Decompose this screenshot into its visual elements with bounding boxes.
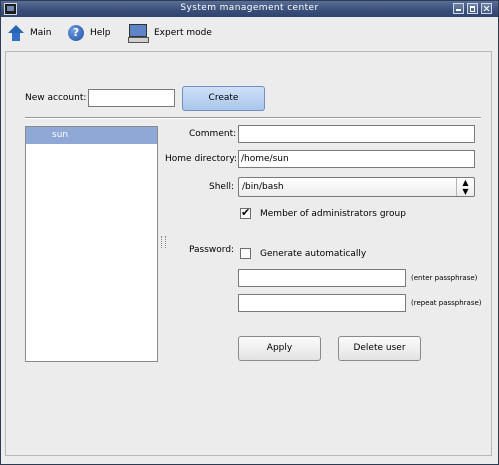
help-icon: ? <box>68 25 84 41</box>
arrow-up-icon <box>8 25 24 41</box>
shell-label: Shell: <box>209 182 234 192</box>
close-button[interactable] <box>481 3 492 14</box>
password-field[interactable] <box>238 269 406 287</box>
computer-icon <box>128 24 149 43</box>
main-button[interactable]: Main <box>8 23 52 43</box>
delete-user-button[interactable]: Delete user <box>338 336 421 361</box>
user-list[interactable]: sun <box>25 126 158 362</box>
generate-label: Generate automatically <box>260 249 367 259</box>
shell-select[interactable]: /bin/bash ▲ ▼ <box>238 177 475 197</box>
home-directory-field[interactable] <box>238 150 475 168</box>
help-button[interactable]: ? Help <box>68 23 111 43</box>
expert-mode-label: Expert mode <box>154 28 212 38</box>
separator <box>25 117 481 119</box>
user-management-panel: New account: Create sun Comment: Home di… <box>5 51 492 456</box>
main-label: Main <box>30 28 52 38</box>
window-title: System management center <box>180 3 319 13</box>
new-account-label: New account: <box>25 93 87 103</box>
password-label: Password: <box>189 245 235 255</box>
repeat-passphrase-hint: (repeat passphrase) <box>411 299 482 307</box>
new-account-input[interactable] <box>88 89 175 107</box>
splitter-handle[interactable] <box>161 236 166 248</box>
comment-label: Comment: <box>189 129 237 139</box>
main-window: System management center Main ? Help Exp… <box>0 0 499 465</box>
title-bar[interactable]: System management center <box>1 1 498 17</box>
expert-mode-button[interactable]: Expert mode <box>128 23 212 43</box>
toolbar: Main ? Help Expert mode <box>1 18 498 48</box>
generate-checkbox[interactable] <box>240 248 251 259</box>
admin-group-label: Member of administrators group <box>260 209 406 219</box>
home-directory-label: Home directory: <box>165 154 238 164</box>
updown-icon: ▲ ▼ <box>456 178 474 196</box>
maximize-button[interactable] <box>467 3 478 14</box>
apply-button[interactable]: Apply <box>238 336 321 361</box>
shell-value: /bin/bash <box>242 182 284 192</box>
repeat-password-field[interactable] <box>238 294 406 312</box>
enter-passphrase-hint: (enter passphrase) <box>411 274 478 282</box>
help-label: Help <box>90 28 111 38</box>
create-button[interactable]: Create <box>182 86 265 111</box>
list-item[interactable]: sun <box>26 127 157 144</box>
comment-field[interactable] <box>238 125 475 143</box>
minimize-button[interactable] <box>453 3 464 14</box>
admin-group-checkbox[interactable] <box>240 206 251 219</box>
